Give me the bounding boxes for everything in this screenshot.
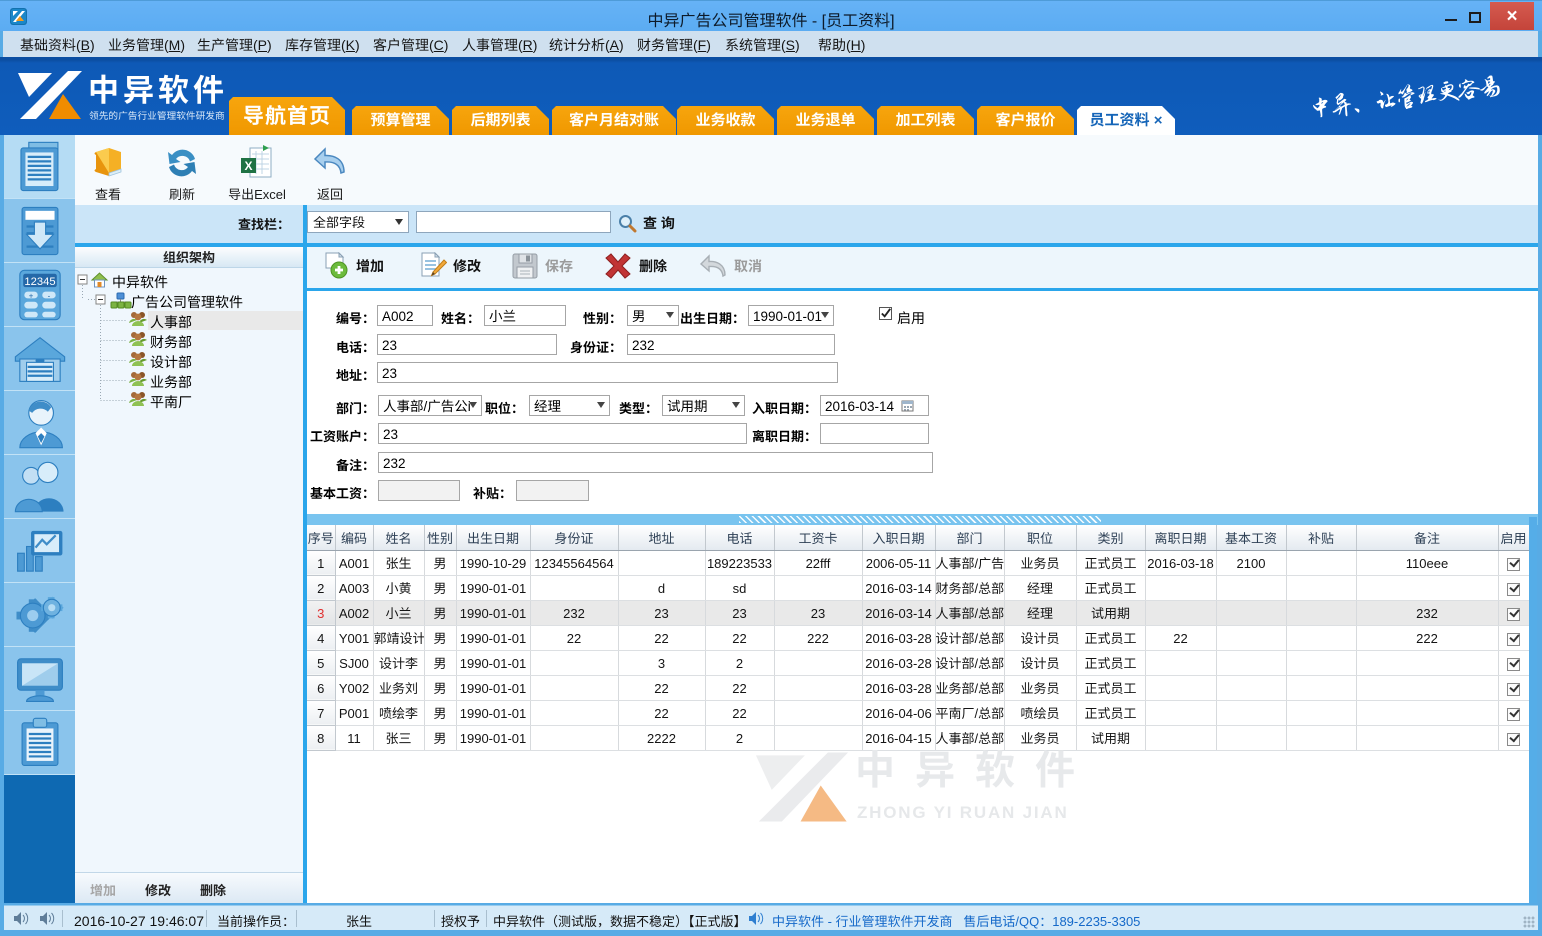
- svg-text:X: X: [244, 159, 252, 173]
- svg-text:-: -: [47, 291, 50, 300]
- svg-text:12345: 12345: [24, 275, 55, 287]
- svg-text:+: +: [28, 291, 33, 300]
